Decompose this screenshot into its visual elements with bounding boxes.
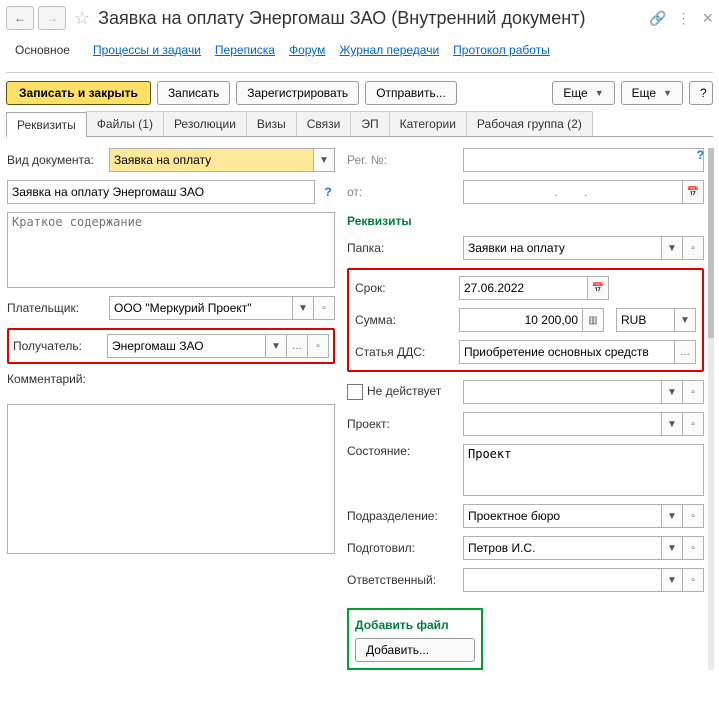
due-label: Срок: [355, 281, 453, 295]
nav-main[interactable]: Основное [6, 38, 79, 62]
dds-input[interactable] [459, 340, 674, 364]
recipient-dropdown-button[interactable]: ▼ [265, 334, 287, 358]
comment-textarea[interactable] [7, 404, 335, 554]
inactive-input[interactable] [463, 380, 661, 404]
tab-files[interactable]: Файлы (1) [86, 111, 164, 136]
more-button-1[interactable]: Еще▼ [552, 81, 614, 105]
project-input[interactable] [463, 412, 661, 436]
dept-open-button[interactable]: ▫ [683, 504, 704, 528]
dds-label: Статья ДДС: [355, 345, 453, 359]
send-button[interactable]: Отправить... [365, 81, 457, 105]
sum-calc-button[interactable]: ▥ [582, 308, 604, 332]
dept-label: Подразделение: [347, 509, 457, 523]
currency-dropdown-button[interactable]: ▼ [674, 308, 696, 332]
subject-help-icon[interactable]: ? [321, 185, 335, 199]
nav-journal[interactable]: Журнал передачи [339, 39, 439, 61]
folder-open-button[interactable]: ▫ [683, 236, 704, 260]
nav-back-button[interactable]: ← [6, 6, 34, 30]
inactive-dropdown-button[interactable]: ▼ [661, 380, 683, 404]
regno-input[interactable] [463, 148, 704, 172]
payer-open-button[interactable]: ▫ [314, 296, 335, 320]
calendar-icon: 📅 [592, 283, 604, 294]
tab-resolutions[interactable]: Резолюции [163, 111, 247, 136]
sum-label: Сумма: [355, 313, 453, 327]
recipient-label: Получатель: [13, 339, 101, 353]
inactive-checkbox-wrap[interactable]: Не действует [347, 384, 457, 400]
summary-textarea[interactable] [7, 212, 335, 288]
nav-forum[interactable]: Форум [289, 39, 325, 61]
status-textarea[interactable]: Проект [463, 444, 704, 496]
from-date-picker-button[interactable]: 📅 [682, 180, 704, 204]
tab-requisites[interactable]: Реквизиты [6, 112, 87, 137]
due-date-input[interactable] [459, 276, 587, 300]
project-open-button[interactable]: ▫ [683, 412, 704, 436]
window-title: Заявка на оплату Энергомаш ЗАО (Внутренн… [98, 8, 645, 29]
nav-processes[interactable]: Процессы и задачи [93, 39, 201, 61]
add-file-title: Добавить файл [355, 618, 475, 632]
project-dropdown-button[interactable]: ▼ [661, 412, 683, 436]
payer-input[interactable] [109, 296, 292, 320]
nav-correspondence[interactable]: Переписка [215, 39, 275, 61]
register-button[interactable]: Зарегистрировать [236, 81, 359, 105]
chevron-down-icon: ▼ [595, 88, 604, 98]
responsible-input[interactable] [463, 568, 661, 592]
from-date-input[interactable] [463, 180, 682, 204]
doc-type-label: Вид документа: [7, 153, 103, 167]
doc-type-dropdown-button[interactable]: ▼ [313, 148, 335, 172]
tab-links[interactable]: Связи [296, 111, 352, 136]
calendar-icon: 📅 [687, 187, 699, 198]
comment-label: Комментарий: [7, 372, 103, 386]
responsible-dropdown-button[interactable]: ▼ [661, 568, 683, 592]
prepared-open-button[interactable]: ▫ [683, 536, 704, 560]
tab-categories[interactable]: Категории [389, 111, 467, 136]
payer-label: Плательщик: [7, 301, 103, 315]
project-label: Проект: [347, 417, 457, 431]
add-file-button[interactable]: Добавить... [355, 638, 475, 662]
due-date-picker-button[interactable]: 📅 [587, 276, 609, 300]
doc-type-input[interactable] [109, 148, 313, 172]
vertical-scrollbar[interactable] [708, 148, 714, 670]
responsible-label: Ответственный: [347, 573, 457, 587]
payer-dropdown-button[interactable]: ▼ [292, 296, 314, 320]
section-requisites-title: Реквизиты [347, 214, 704, 228]
folder-input[interactable] [463, 236, 661, 260]
status-label: Состояние: [347, 444, 457, 458]
dept-dropdown-button[interactable]: ▼ [661, 504, 683, 528]
favorite-star-icon[interactable]: ☆ [74, 8, 90, 29]
responsible-open-button[interactable]: ▫ [683, 568, 704, 592]
nav-protocol[interactable]: Протокол работы [453, 39, 550, 61]
nav-forward-button[interactable]: → [38, 6, 66, 30]
folder-dropdown-button[interactable]: ▼ [661, 236, 683, 260]
recipient-select-button[interactable]: … [287, 334, 308, 358]
more-menu-icon[interactable]: ⋮ [676, 10, 690, 27]
subject-input[interactable] [7, 180, 315, 204]
prepared-dropdown-button[interactable]: ▼ [661, 536, 683, 560]
from-label: от: [347, 185, 457, 199]
link-icon[interactable]: 🔗 [649, 10, 666, 27]
prepared-input[interactable] [463, 536, 661, 560]
inactive-checkbox[interactable] [347, 384, 363, 400]
tab-ep[interactable]: ЭП [350, 111, 389, 136]
dept-input[interactable] [463, 504, 661, 528]
folder-label: Папка: [347, 241, 457, 255]
calculator-icon: ▥ [588, 315, 597, 326]
dds-select-button[interactable]: … [674, 340, 696, 364]
chevron-down-icon: ▼ [663, 88, 672, 98]
save-button[interactable]: Записать [157, 81, 230, 105]
context-help-icon[interactable]: ? [697, 148, 704, 162]
save-close-button[interactable]: Записать и закрыть [6, 81, 151, 105]
sum-input[interactable] [459, 308, 582, 332]
recipient-input[interactable] [107, 334, 265, 358]
more-button-2[interactable]: Еще▼ [621, 81, 683, 105]
tab-visas[interactable]: Визы [246, 111, 297, 136]
help-button[interactable]: ? [689, 81, 713, 105]
recipient-open-button[interactable]: ▫ [308, 334, 329, 358]
currency-input[interactable] [616, 308, 674, 332]
tab-workgroup[interactable]: Рабочая группа (2) [466, 111, 593, 136]
prepared-label: Подготовил: [347, 541, 457, 555]
close-window-icon[interactable]: × [702, 8, 713, 29]
inactive-open-button[interactable]: ▫ [683, 380, 704, 404]
regno-label: Рег. №: [347, 153, 457, 167]
